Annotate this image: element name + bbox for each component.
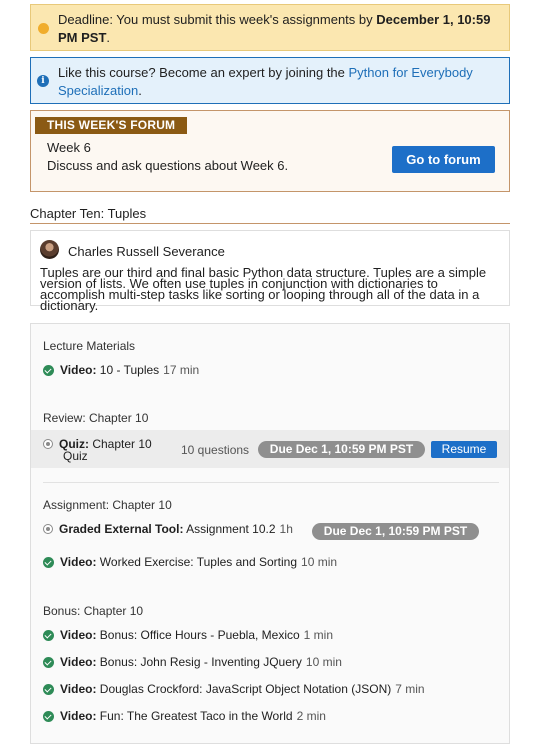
item-type: Video: — [60, 555, 97, 569]
avatar — [40, 240, 59, 259]
list-item-quiz[interactable]: Quiz: Chapter 10 — [43, 437, 152, 451]
specialization-suffix: . — [138, 83, 142, 98]
completed-check-icon — [43, 365, 54, 376]
item-duration: 2 min — [296, 709, 326, 723]
list-item-bonus-2[interactable]: Video: Bonus: John Resig - Inventing JQu… — [43, 655, 342, 669]
item-title: Bonus: John Resig - Inventing JQuery — [99, 655, 302, 669]
incomplete-ring-icon — [43, 439, 53, 449]
chapter-divider — [30, 223, 510, 224]
item-duration: 17 min — [163, 363, 200, 377]
chapter-title: Chapter Ten: Tuples — [30, 206, 147, 221]
list-item-bonus-4[interactable]: Video: Fun: The Greatest Taco in the Wor… — [43, 709, 326, 723]
completed-check-icon — [43, 630, 54, 641]
item-title: Worked Exercise: Tuples and Sorting — [99, 555, 298, 569]
item-type: Video: — [60, 655, 97, 669]
info-icon: i — [37, 75, 49, 87]
deadline-banner: Deadline: You must submit this week's as… — [30, 4, 510, 51]
forum-label: THIS WEEK'S FORUM — [35, 117, 188, 134]
item-duration: 1h — [279, 522, 293, 536]
warning-icon — [38, 23, 49, 34]
quiz-title-continued: Quiz — [63, 449, 88, 463]
item-title: Douglas Crockford: JavaScript Object Not… — [99, 682, 392, 696]
section-assignment: Assignment: Chapter 10 — [43, 498, 172, 512]
instructor-description: Tuples are our third and final basic Pyt… — [40, 265, 487, 313]
go-to-forum-button[interactable]: Go to forum — [392, 146, 495, 173]
resume-button[interactable]: Resume — [431, 441, 497, 458]
completed-check-icon — [43, 684, 54, 695]
section-lecture-materials: Lecture Materials — [43, 339, 136, 353]
item-title: Chapter 10 — [92, 437, 152, 451]
specialization-prefix: Like this course? Become an expert by jo… — [58, 65, 349, 80]
deadline-text: Deadline: You must submit this week's as… — [58, 11, 498, 47]
incomplete-ring-icon — [43, 524, 53, 534]
item-type: Video: — [60, 682, 97, 696]
list-item-bonus-1[interactable]: Video: Bonus: Office Hours - Puebla, Mex… — [43, 628, 333, 642]
item-duration: 7 min — [395, 682, 425, 696]
completed-check-icon — [43, 657, 54, 668]
item-duration: 10 min — [305, 655, 342, 669]
section-bonus: Bonus: Chapter 10 — [43, 604, 144, 618]
module-list: Lecture Materials Video: 10 - Tuples 17 m… — [30, 323, 510, 744]
item-title: Assignment 10.2 — [186, 522, 276, 536]
completed-check-icon — [43, 557, 54, 568]
forum-card: THIS WEEK'S FORUM Week 6 Discuss and ask… — [30, 110, 510, 192]
section-divider — [43, 482, 499, 483]
deadline-suffix: . — [106, 30, 111, 45]
due-badge: Due Dec 1, 10:59 PM PST — [258, 441, 425, 458]
specialization-banner: i Like this course? Become an expert by … — [30, 57, 510, 104]
list-item-lecture-video[interactable]: Video: 10 - Tuples 17 min — [43, 363, 199, 377]
instructor-note: Charles Russell Severance Tuples are our… — [30, 230, 510, 312]
quiz-question-count: 10 questions — [181, 443, 250, 457]
item-type: Graded External Tool: — [59, 522, 184, 536]
due-badge: Due Dec 1, 10:59 PM PST — [312, 523, 479, 540]
deadline-prefix: Deadline: You must submit this week's as… — [58, 12, 377, 27]
list-item-bonus-3[interactable]: Video: Douglas Crockford: JavaScript Obj… — [43, 682, 425, 696]
instructor-name: Charles Russell Severance — [68, 244, 225, 259]
section-review: Review: Chapter 10 — [43, 411, 149, 425]
forum-week: Week 6 — [47, 140, 91, 155]
list-item-external-tool[interactable]: Graded External Tool: Assignment 10.2 1h — [43, 522, 293, 536]
item-duration: 1 min — [303, 628, 334, 642]
item-title: 10 - Tuples — [99, 363, 160, 377]
item-type: Video: — [60, 363, 97, 377]
forum-description: Discuss and ask questions about Week 6. — [47, 158, 289, 173]
item-title: Bonus: Office Hours - Puebla, Mexico — [99, 628, 300, 642]
list-item-worked-exercise[interactable]: Video: Worked Exercise: Tuples and Sorti… — [43, 555, 337, 569]
completed-check-icon — [43, 711, 54, 722]
item-type: Video: — [60, 628, 97, 642]
item-title: Fun: The Greatest Taco in the World — [99, 709, 293, 723]
item-type: Video: — [60, 709, 97, 723]
specialization-text: Like this course? Become an expert by jo… — [58, 64, 498, 100]
item-duration: 10 min — [301, 555, 338, 569]
